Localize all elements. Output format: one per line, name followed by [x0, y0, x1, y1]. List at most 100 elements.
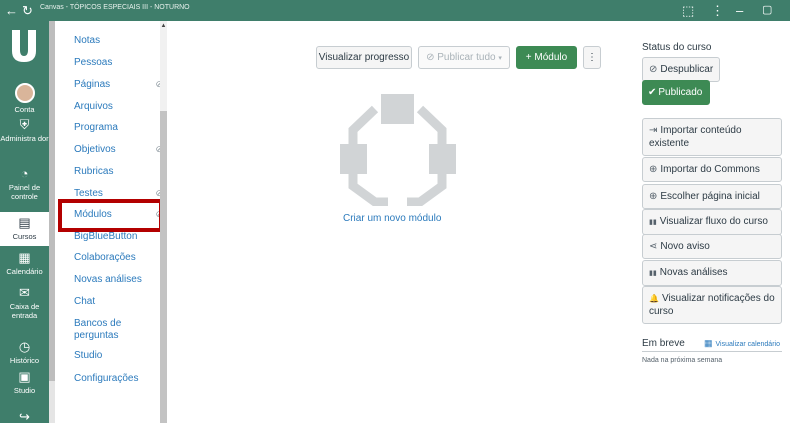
window-titlebar: ← ↻ Canvas - TÓPICOS ESPECIAIS III - NOT… — [0, 0, 790, 21]
commons-icon: ⊕ — [649, 164, 658, 175]
global-nav-calendar[interactable]: ▦ Calendário — [0, 250, 49, 276]
action-label: Importar do Commons — [660, 164, 760, 175]
back-icon[interactable]: ← — [5, 2, 18, 19]
course-nav-bancos-de-perguntas[interactable]: Bancos de perguntas — [74, 318, 134, 342]
course-nav-arquivos[interactable]: Arquivos — [74, 101, 113, 112]
check-icon: ✔ — [648, 87, 657, 98]
avatar — [14, 83, 35, 103]
studio-icon: ▣ — [18, 369, 31, 384]
course-nav-notas[interactable]: Notas — [74, 35, 100, 46]
window-title: Canvas - TÓPICOS ESPECIAIS III - NOTURNO — [40, 4, 190, 11]
course-nav-label: Testes — [74, 188, 103, 199]
more-options-button[interactable]: ⋮ — [583, 46, 601, 69]
course-nav-colaboracoes[interactable]: Colaborações — [74, 252, 136, 263]
create-module-link[interactable]: Criar um novo módulo — [343, 213, 441, 224]
unpublish-icon: ⊘ — [649, 64, 658, 75]
course-nav-objetivos[interactable]: Objetivos ⊘ — [74, 144, 163, 155]
global-nav-history[interactable]: ◷ Histórico — [0, 339, 49, 365]
global-navigation: Conta ⛨ Administra dor ◔ Painel de contr… — [0, 21, 49, 426]
import-commons-button[interactable]: ⊕ Importar do Commons — [642, 157, 782, 182]
unpublish-button[interactable]: ⊘ Despublicar — [642, 57, 720, 82]
global-nav-label: Caixa de entrada — [9, 302, 40, 320]
global-nav-inbox[interactable]: ✉ Caixa de entrada — [0, 285, 49, 320]
course-nav-paginas[interactable]: Páginas ⊘ — [74, 79, 163, 90]
view-calendar-label: Visualizar calendário — [715, 341, 780, 348]
publish-all-label: Publicar tudo — [437, 52, 496, 63]
extension-icon[interactable]: ⬚ — [682, 2, 694, 19]
action-label: Visualizar fluxo do curso — [659, 216, 768, 227]
calendar-icon: ▦ — [704, 338, 713, 348]
view-course-notifications-button[interactable]: 🔔 Visualizar notificações do curso — [642, 286, 782, 324]
course-nav-studio[interactable]: Studio — [74, 350, 102, 361]
course-nav-label: Páginas — [74, 79, 111, 90]
selection-highlight — [58, 199, 163, 232]
course-nav-programa[interactable]: Programa — [74, 122, 118, 133]
course-nav-testes[interactable]: Testes ⊘ — [74, 188, 163, 199]
global-nav-courses[interactable]: ▤ Cursos — [0, 212, 49, 246]
publish-status-icon: ⊘ — [426, 52, 435, 63]
publish-all-button[interactable]: ⊘ Publicar tudo ▾ — [418, 46, 510, 69]
unpublish-label: Despublicar — [660, 64, 714, 75]
view-course-stream-button[interactable]: ▮▮ Visualizar fluxo do curso — [642, 209, 782, 235]
global-nav-label: Calendário — [6, 267, 43, 276]
view-progress-button[interactable]: Visualizar progresso — [316, 46, 412, 69]
course-status-title: Status do curso — [642, 42, 712, 53]
book-icon: ▤ — [18, 215, 31, 230]
clock-icon: ◷ — [18, 339, 31, 354]
course-nav-label: Objetivos — [74, 144, 116, 155]
global-nav-label: Conta — [14, 105, 35, 114]
scrollbar-thumb[interactable] — [160, 111, 167, 423]
reload-icon[interactable]: ↻ — [22, 2, 33, 19]
global-nav-label: Cursos — [12, 232, 37, 241]
published-button[interactable]: ✔ Publicado — [642, 80, 710, 105]
action-label: Importar conteúdo existente — [649, 125, 742, 149]
divider — [642, 351, 782, 352]
canvas-logo-icon[interactable] — [6, 27, 42, 65]
global-nav-label: Studio — [13, 386, 36, 395]
course-nav-chat[interactable]: Chat — [74, 296, 95, 307]
course-nav-bigbluebutton[interactable]: BigBlueButton — [74, 231, 137, 242]
coming-up-empty-text: Nada na próxima semana — [642, 357, 723, 364]
course-nav-novas-analises[interactable]: Novas análises — [74, 274, 142, 285]
choose-home-page-button[interactable]: ⊕ Escolher página inicial — [642, 184, 782, 209]
view-calendar-link[interactable]: ▦ Visualizar calendário — [704, 338, 780, 349]
menu-icon[interactable]: ⋮ — [711, 2, 724, 19]
home-page-icon: ⊕ — [649, 191, 658, 202]
bar-chart-icon: ▮▮ — [649, 219, 657, 226]
course-nav-rubricas[interactable]: Rubricas — [74, 166, 113, 177]
action-label: Escolher página inicial — [660, 191, 760, 202]
global-nav-admin[interactable]: ⛨ Administra dor — [0, 117, 49, 143]
coming-up-title: Em breve — [642, 338, 685, 349]
action-label: Visualizar notificações do curso — [649, 293, 775, 317]
course-nav-pessoas[interactable]: Pessoas — [74, 57, 112, 68]
inbox-icon: ✉ — [19, 285, 30, 300]
published-label: Publicado — [658, 87, 703, 98]
chevron-down-icon: ▾ — [498, 55, 502, 62]
action-label: Novas análises — [659, 267, 728, 278]
global-nav-studio[interactable]: ▣ Studio — [0, 369, 49, 395]
bar-chart-icon: ▮▮ — [649, 270, 657, 277]
shield-icon: ⛨ — [19, 117, 30, 132]
add-module-button[interactable]: + Módulo — [516, 46, 577, 69]
collapse-icon: ↪ — [19, 409, 30, 424]
new-analytics-button[interactable]: ▮▮ Novas análises — [642, 260, 782, 286]
global-nav-label: Painel de controle — [8, 183, 41, 201]
global-nav-collapse[interactable]: ↪ — [0, 409, 49, 426]
bell-icon: 🔔 — [649, 294, 659, 303]
global-nav-label: Histórico — [9, 356, 40, 365]
restore-icon[interactable]: ▢ — [762, 2, 772, 19]
global-nav-account[interactable]: Conta — [0, 83, 49, 114]
scroll-up-icon[interactable]: ▲ — [160, 23, 167, 29]
global-nav-label: Administra dor — [0, 134, 49, 143]
calendar-icon: ▦ — [18, 250, 31, 265]
action-label: Novo aviso — [660, 241, 710, 252]
import-content-button[interactable]: ⇥ Importar conteúdo existente — [642, 118, 782, 156]
import-icon: ⇥ — [649, 125, 658, 136]
minimize-icon[interactable]: – — [736, 2, 743, 19]
megaphone-icon: ⋖ — [649, 241, 658, 252]
course-nav-configuracoes[interactable]: Configurações — [74, 373, 138, 384]
course-nav-scrollbar[interactable]: ▲ — [160, 21, 167, 423]
new-announcement-button[interactable]: ⋖ Novo aviso — [642, 234, 782, 259]
dashboard-icon: ◔ — [20, 166, 29, 181]
global-nav-dashboard[interactable]: ◔ Painel de controle — [0, 166, 49, 201]
